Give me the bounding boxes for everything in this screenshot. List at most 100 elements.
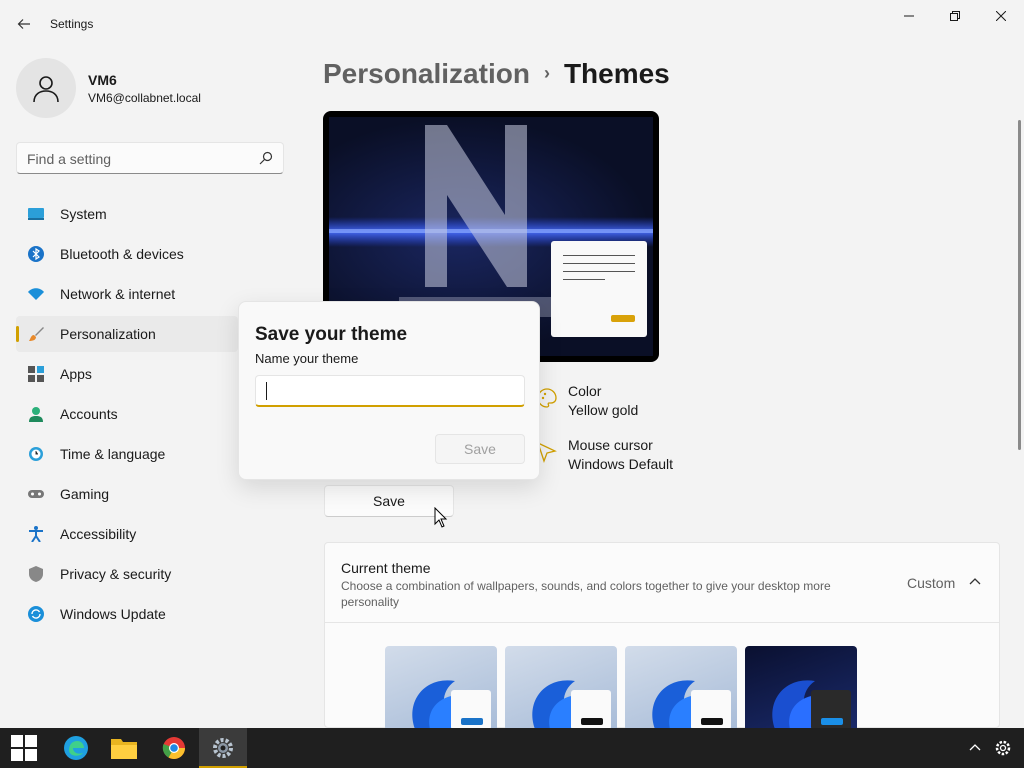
breadcrumb-parent[interactable]: Personalization [323,58,530,89]
sidebar-item-label: Accessibility [60,526,137,542]
sidebar-item-accessibility[interactable]: Accessibility [16,516,284,552]
user-email: VM6@collabnet.local [88,91,201,105]
user-name: VM6 [88,72,117,88]
color-title: Color [568,383,602,399]
brush-icon [29,327,44,341]
sidebar-item-label: Windows Update [60,606,166,622]
preview-line [563,255,635,256]
tile-window [571,690,611,729]
dialog-save-button[interactable]: Save [435,434,525,464]
sidebar-item-label: System [60,206,107,222]
accounts-icon [29,407,43,422]
search-placeholder: Find a setting [27,151,112,167]
sidebar-item-label: Gaming [60,486,110,502]
tile-window [451,690,491,729]
preview-window [551,241,647,337]
sidebar-item-windows-update[interactable]: Windows Update [16,596,284,632]
tray-settings-button[interactable] [989,728,1017,768]
person-icon [33,76,59,103]
tile-window [811,690,851,729]
preview-line [563,263,635,264]
tile-accent [581,718,603,725]
sidebar-item-label: Privacy & security [60,566,172,582]
theme-tile[interactable] [385,646,497,729]
tile-window [691,690,731,729]
accessibility-icon [29,526,43,542]
current-theme-title: Current theme [341,560,431,576]
mouse-pointer-icon [434,507,448,528]
back-arrow-icon [17,19,30,29]
breadcrumb: Personalization › Themes [323,58,670,90]
wifi-icon [28,288,44,300]
theme-tile[interactable] [505,646,617,729]
sidebar-item-personalization[interactable]: Personalization [16,316,238,352]
taskbar-file-explorer[interactable] [100,728,148,768]
preview-line [563,279,605,280]
mouse-cursor-title: Mouse cursor [568,437,653,453]
tile-accent [701,718,723,725]
chevron-up-icon[interactable] [969,576,981,588]
theme-name-input[interactable] [255,375,525,407]
settings-icon [213,738,233,758]
back-button[interactable] [10,12,38,36]
file-explorer-icon [111,739,137,759]
dialog-label: Name your theme [255,351,359,366]
current-theme-value: Custom [907,575,956,591]
mouse-cursor-value: Windows Default [568,456,674,472]
update-icon [28,606,44,622]
sidebar-item-gaming[interactable]: Gaming [16,476,284,512]
sidebar-item-system[interactable]: System [16,196,284,232]
title-bar: Settings [0,0,1024,48]
sidebar-item-label: Bluetooth & devices [60,246,184,262]
sidebar-item-label: Personalization [60,326,156,342]
apps-icon [28,366,44,382]
app-title: Settings [50,17,94,31]
search-icon [259,151,273,165]
theme-tile[interactable] [625,646,737,729]
restore-icon [950,11,960,21]
close-button[interactable] [978,0,1024,32]
sidebar-item-label: Time & language [60,446,166,462]
time-language-icon [29,447,43,461]
gear-icon [995,740,1011,756]
bluetooth-icon [28,246,44,262]
gamepad-icon [28,490,44,498]
scrollbar[interactable] [1018,120,1021,450]
sidebar-item-label: Apps [60,366,92,382]
tray-overflow-button[interactable] [961,728,989,768]
page-title: Themes [563,58,670,89]
sidebar-item-bluetooth[interactable]: Bluetooth & devices [16,236,284,272]
shield-icon [29,566,43,582]
sidebar-item-privacy[interactable]: Privacy & security [16,556,284,592]
taskbar-chrome[interactable] [150,728,198,768]
breadcrumb-separator: › [543,63,550,83]
preview-line [563,271,635,272]
taskbar-edge[interactable] [52,728,100,768]
current-theme-card: Current theme Choose a combination of wa… [324,542,1000,729]
restore-button[interactable] [932,0,978,32]
search-input[interactable]: Find a setting [16,142,284,174]
system-icon [28,208,44,220]
save-theme-dialog: Save your theme Name your theme Save [238,301,540,480]
sidebar-item-label: Accounts [60,406,118,422]
edge-icon [64,736,88,760]
theme-tile[interactable] [745,646,857,729]
sidebar-item-label: Network & internet [60,286,176,302]
taskbar-settings[interactable] [199,728,247,768]
close-icon [996,11,1006,21]
tile-accent [821,718,843,725]
text-caret [266,382,267,400]
start-icon [11,735,37,761]
minimize-button[interactable] [886,0,932,32]
start-button[interactable] [0,728,48,768]
current-theme-description: Choose a combination of wallpapers, soun… [341,579,831,609]
taskbar [0,728,1024,768]
chrome-icon [162,737,185,759]
tile-accent [461,718,483,725]
chevron-up-icon [969,744,981,751]
color-value: Yellow gold [568,402,639,418]
avatar[interactable] [16,58,76,118]
preview-accent-button [611,315,635,322]
minimize-icon [904,15,914,17]
divider [325,622,999,623]
